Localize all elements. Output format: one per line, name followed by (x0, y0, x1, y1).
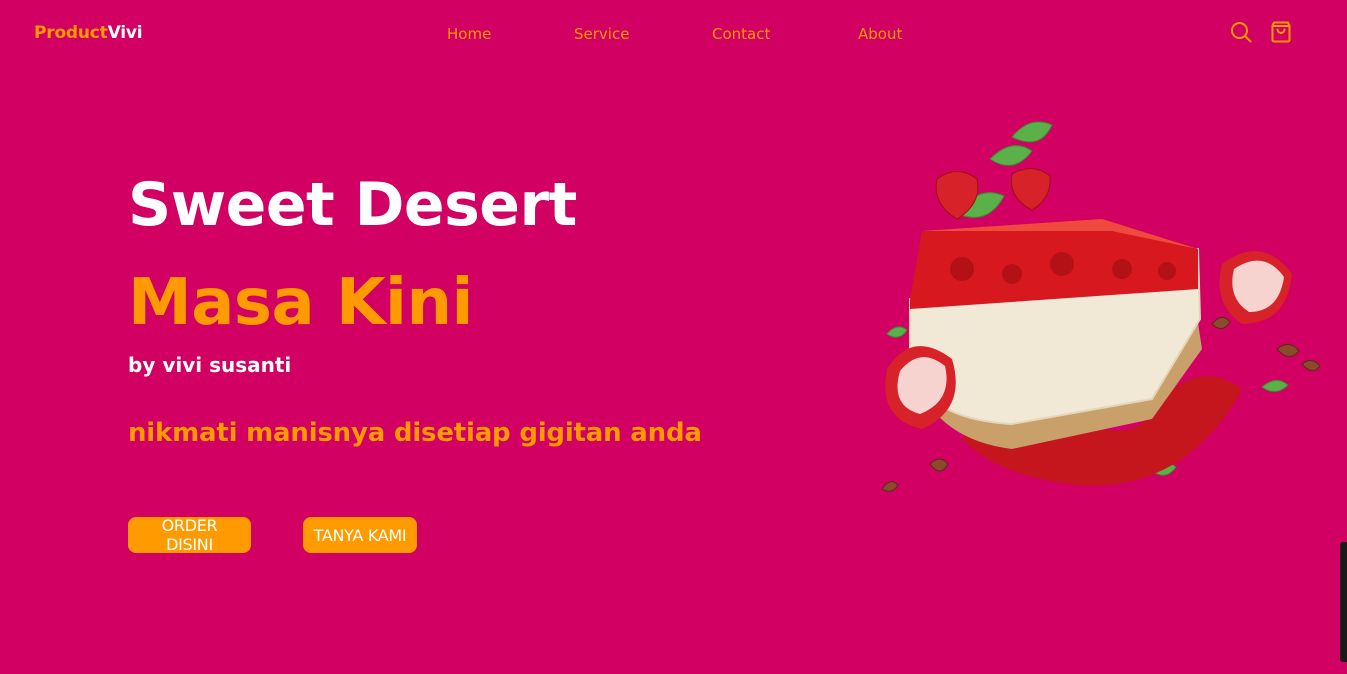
nav-home[interactable]: Home (447, 25, 491, 43)
landing-page: ProductVivi Home Service Contact About S… (0, 0, 1347, 674)
hero-tagline: nikmati manisnya disetiap gigitan anda (128, 418, 702, 448)
search-icon[interactable] (1229, 20, 1253, 44)
logo-vivi: Vivi (107, 23, 143, 43)
nav-contact[interactable]: Contact (712, 25, 770, 43)
logo[interactable]: ProductVivi (34, 23, 143, 43)
shopping-bag-icon[interactable] (1269, 20, 1293, 44)
nav-about[interactable]: About (858, 25, 902, 43)
hero-subtitle: Masa Kini (128, 266, 473, 340)
ask-button[interactable]: TANYA KAMI (303, 517, 417, 553)
hero-author: by vivi susanti (128, 353, 292, 377)
edge-widget[interactable] (1340, 542, 1347, 662)
cake-image (862, 119, 1342, 519)
hero-title: Sweet Desert (128, 170, 577, 240)
order-button[interactable]: ORDER DISINI (128, 516, 251, 554)
logo-product: Product (34, 23, 108, 43)
nav-service[interactable]: Service (574, 25, 629, 43)
